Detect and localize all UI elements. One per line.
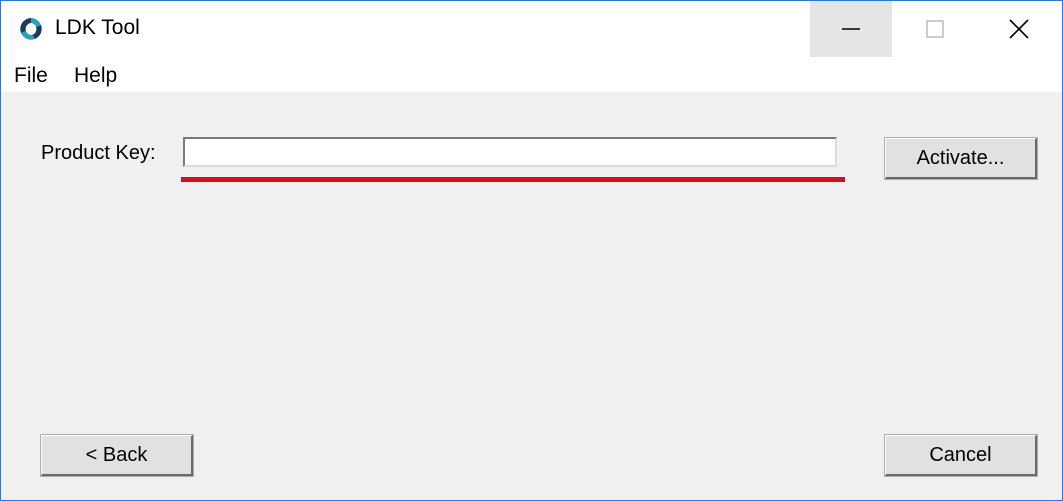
title-bar[interactable]: LDK Tool: [1, 1, 1062, 57]
maximize-icon: [926, 20, 944, 38]
menu-help[interactable]: Help: [74, 64, 117, 88]
close-button[interactable]: [978, 1, 1060, 57]
activate-button[interactable]: Activate...: [884, 137, 1038, 180]
close-icon: [1009, 19, 1029, 39]
maximize-button[interactable]: [894, 1, 976, 57]
menu-file[interactable]: File: [14, 64, 48, 88]
window-title: LDK Tool: [55, 16, 140, 39]
minimize-button[interactable]: [810, 1, 892, 57]
minimize-icon: [842, 28, 860, 30]
cancel-button[interactable]: Cancel: [884, 434, 1038, 477]
product-key-input[interactable]: [183, 137, 837, 167]
app-logo-icon: [20, 18, 42, 40]
menu-bar: File Help: [1, 57, 1062, 92]
product-key-label: Product Key:: [41, 142, 156, 164]
highlight-underline: [181, 177, 845, 182]
back-button[interactable]: < Back: [40, 434, 194, 477]
ldk-tool-window: LDK Tool File Help Product Key: Activate…: [0, 0, 1063, 501]
